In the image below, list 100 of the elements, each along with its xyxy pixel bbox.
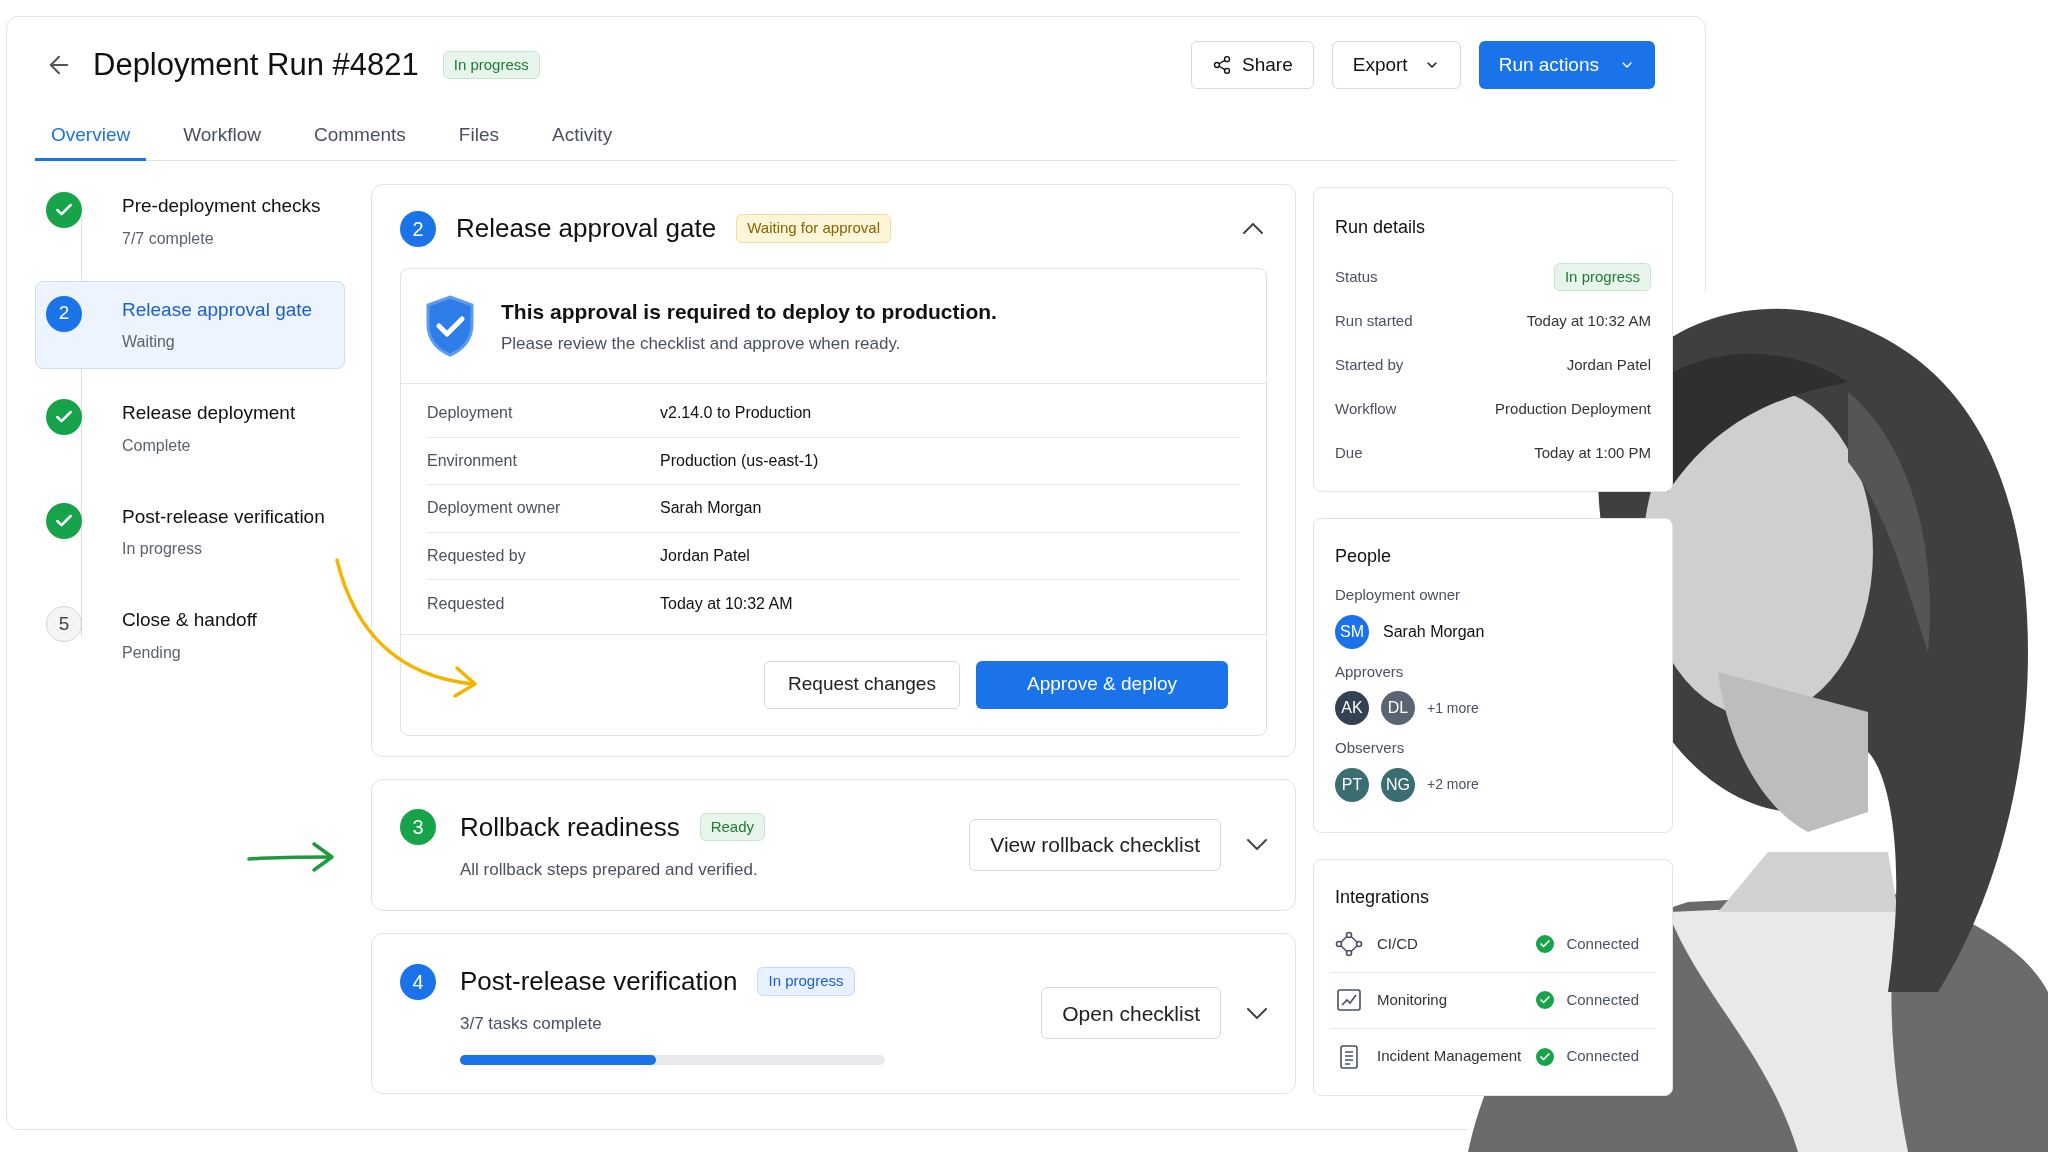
avatar: NG	[1381, 767, 1415, 802]
detail-label: Environment	[427, 450, 518, 471]
check-icon	[46, 399, 82, 435]
card-text: All rollback steps prepared and verified.	[460, 858, 759, 881]
detail-value: Jordan Patel	[660, 545, 750, 566]
page-title: Deployment Run #4821	[93, 45, 419, 84]
detail-label: Due	[1335, 442, 1363, 463]
step-number: 5	[46, 606, 82, 642]
detail-label: Deployment owner	[427, 498, 562, 519]
check-icon	[1536, 1047, 1555, 1066]
integration-name: CI/CD	[1377, 933, 1418, 954]
shield-check-icon	[425, 295, 475, 357]
detail-label: Requested	[427, 593, 506, 614]
step-item[interactable]: Post-release verification In progress	[35, 487, 345, 576]
tab[interactable]: Activity	[535, 113, 629, 161]
step-title: Pre-deployment checks	[122, 194, 321, 218]
avatar: AK	[1335, 691, 1369, 725]
chevron-down-icon	[1247, 1007, 1267, 1019]
card-title: Release approval gate	[456, 212, 717, 245]
integration-status: Connected	[1566, 1046, 1639, 1067]
status-badge: Waiting for approval	[736, 214, 892, 243]
step-status: Complete	[122, 435, 192, 456]
detail-value: Jordan Patel	[1566, 354, 1651, 375]
detail-value: Production Deployment	[1495, 398, 1651, 419]
person-name: Sarah Morgan	[1383, 621, 1485, 642]
detail-value: v2.14.0 to Production	[660, 403, 812, 424]
tab[interactable]: Workflow	[167, 113, 277, 161]
expand-button[interactable]	[1247, 1007, 1267, 1019]
step-number: 2	[46, 295, 82, 332]
status-badge: Ready	[699, 812, 766, 842]
step-status: In progress	[122, 539, 204, 559]
integration-name: Incident Management	[1377, 1046, 1522, 1067]
step-status: Pending	[122, 642, 182, 663]
card-title: Rollback readiness	[460, 810, 680, 844]
export-button[interactable]: Export	[1331, 41, 1461, 89]
group-label: Deployment owner	[1335, 585, 1462, 605]
step-title: Release approval gate	[122, 297, 313, 322]
status-badge: In progress	[757, 967, 855, 996]
group-label: Approvers	[1335, 661, 1405, 682]
expand-button[interactable]	[1247, 839, 1267, 851]
run-actions-button[interactable]: Run actions	[1478, 41, 1655, 89]
notice-title: This approval is required to deploy to production.	[501, 298, 997, 325]
notice-text: Please review the checklist and approve when ready.	[501, 333, 902, 355]
avatar: PT	[1335, 767, 1369, 802]
step-number: 2	[400, 210, 436, 247]
check-icon	[46, 192, 82, 228]
card-heading: Integrations	[1335, 885, 1431, 909]
request-changes-button[interactable]: Request changes	[764, 660, 960, 709]
step-status: 7/7 complete	[122, 228, 215, 249]
detail-label: Started by	[1335, 354, 1404, 375]
share-icon	[1212, 55, 1233, 75]
card-title: Post-release verification	[460, 965, 738, 998]
share-button[interactable]: Share	[1191, 41, 1314, 89]
integration-name: Monitoring	[1377, 989, 1448, 1010]
detail-value: Today at 1:00 PM	[1534, 442, 1651, 463]
card-heading: People	[1335, 545, 1393, 568]
approve-button[interactable]: Approve & deploy	[976, 660, 1228, 709]
step-item[interactable]: 5 Close & handoff Pending	[35, 591, 345, 680]
more-count: +1 more	[1427, 698, 1479, 718]
checklist-button[interactable]: View rollback checklist	[969, 818, 1221, 871]
collapse-button[interactable]	[1243, 223, 1263, 234]
group-label: Observers	[1335, 738, 1406, 758]
check-icon	[46, 502, 82, 539]
detail-label: Deployment	[427, 403, 514, 424]
chevron-down-icon	[1247, 839, 1267, 851]
chevron-up-icon	[1243, 223, 1263, 234]
step-title: Close & handoff	[122, 608, 257, 632]
step-title: Release deployment	[122, 401, 296, 425]
tab[interactable]: Overview	[35, 113, 147, 161]
integration-status: Connected	[1566, 933, 1639, 954]
check-icon	[1536, 991, 1555, 1009]
integration-status: Connected	[1566, 989, 1639, 1010]
detail-value: Sarah Morgan	[660, 498, 762, 519]
status-badge: In progress	[442, 50, 540, 80]
detail-label: Requested by	[427, 545, 527, 566]
step-number: 3	[400, 809, 436, 845]
card-text: 3/7 tasks complete	[460, 1013, 603, 1035]
detail-value: Today at 10:32 AM	[660, 593, 793, 614]
detail-label: Workflow	[1335, 398, 1397, 419]
checklist-button[interactable]: Open checklist	[1041, 987, 1221, 1040]
step-item[interactable]: Pre-deployment checks 7/7 complete	[35, 177, 345, 266]
check-icon	[1536, 935, 1555, 953]
detail-value: Production (us-east-1)	[660, 450, 819, 471]
step-item[interactable]: Release deployment Complete	[35, 384, 345, 473]
more-count: +2 more	[1427, 775, 1479, 794]
card-heading: Run details	[1335, 216, 1427, 239]
avatar: DL	[1381, 691, 1415, 725]
step-title: Post-release verification	[122, 504, 325, 529]
tab[interactable]: Files	[442, 113, 515, 161]
avatar: SM	[1335, 614, 1369, 649]
chart-icon	[1335, 986, 1363, 1014]
step-number: 4	[400, 963, 436, 1000]
step-status: Waiting	[122, 332, 176, 352]
status-badge: In progress	[1553, 262, 1651, 292]
detail-label: Status	[1335, 266, 1378, 287]
detail-value: Today at 10:32 AM	[1526, 310, 1651, 331]
detail-label: Run started	[1335, 310, 1413, 331]
step-item[interactable]: 2 Release approval gate Waiting	[35, 280, 345, 369]
nodes-icon	[1335, 930, 1363, 958]
tab[interactable]: Comments	[297, 113, 422, 161]
